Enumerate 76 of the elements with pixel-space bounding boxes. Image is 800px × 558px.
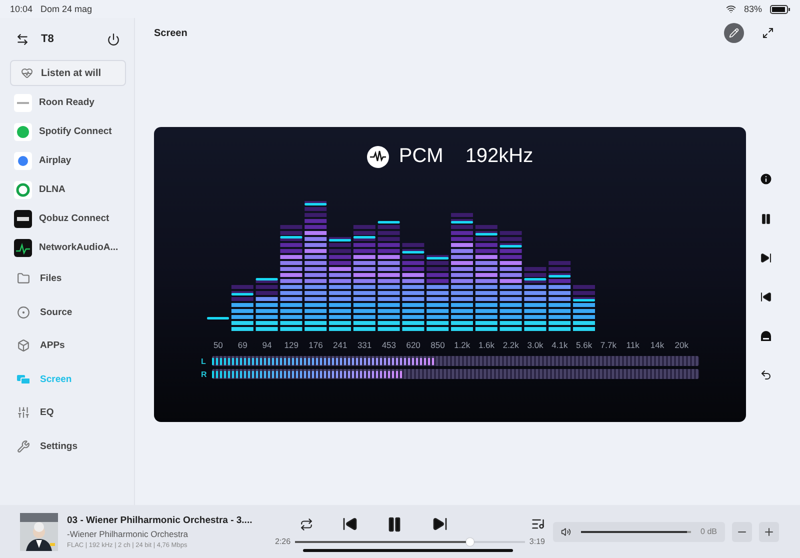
format-label: PCM	[398, 145, 444, 168]
previous-button[interactable]	[342, 516, 358, 532]
frequency-label: 241	[332, 340, 348, 350]
pause-button[interactable]	[386, 516, 403, 532]
fullscreen-button[interactable]	[762, 27, 774, 39]
sample-rate: 192kHz	[465, 145, 534, 168]
next-button[interactable]	[432, 516, 448, 532]
elapsed-time: 2:26	[275, 537, 291, 546]
page-title: Screen	[154, 28, 188, 38]
edit-button[interactable]	[724, 23, 744, 43]
sidebar-item[interactable]: DLNA	[10, 175, 126, 204]
cube-icon	[17, 339, 30, 352]
power-button[interactable]	[107, 32, 120, 46]
frequency-label: 50	[212, 340, 224, 350]
battery-percent: 83%	[744, 4, 762, 14]
frequency-label: 20k	[674, 340, 690, 350]
speaker-icon	[561, 526, 571, 536]
channel-label: R	[201, 370, 207, 378]
volume-reading: 0 dB	[700, 527, 717, 536]
time: 10:04	[10, 4, 33, 14]
frequency-label: 11k	[625, 340, 640, 350]
sliders-icon	[17, 406, 30, 420]
frequency-label: 14k	[649, 340, 666, 350]
back-button[interactable]	[760, 369, 772, 381]
pause-button[interactable]	[760, 213, 772, 225]
channel-label: L	[201, 356, 207, 366]
date: Dom 24 mag	[40, 4, 92, 14]
folder-icon	[17, 272, 30, 286]
next-button[interactable]	[760, 252, 772, 264]
home-button[interactable]	[760, 330, 772, 342]
frequency-label: 129	[283, 340, 300, 350]
frequency-label: 176	[308, 340, 324, 350]
wifi-icon	[726, 4, 736, 14]
screens-icon	[17, 372, 30, 386]
frequency-label: 1.6k	[477, 340, 496, 350]
battery-icon	[770, 4, 790, 14]
volume-up-button[interactable]	[759, 522, 779, 542]
track-title: 03 - Wiener Philharmonic Orchestra - 3....	[67, 514, 252, 526]
sidebar-item[interactable]: Files	[10, 262, 126, 296]
repeat-button[interactable]	[300, 518, 313, 530]
heart-icon	[21, 67, 33, 79]
frequency-label: 2.2k	[502, 340, 520, 350]
total-time: 3:19	[529, 537, 545, 546]
track-artist: -Wiener Philharmonic Orchestra	[67, 528, 188, 538]
queue-button[interactable]	[531, 517, 545, 531]
sidebar-item[interactable]: Source	[10, 296, 126, 329]
plus-icon	[763, 526, 775, 538]
wrench-icon	[17, 440, 30, 453]
frequency-label: 94	[261, 340, 273, 350]
pencil-icon	[729, 28, 739, 38]
sidebar-item[interactable]: Qobuz Connect	[10, 204, 126, 233]
radio-icon	[17, 306, 30, 319]
frequency-label: 4.1k	[550, 340, 569, 350]
frequency-label: 850	[430, 340, 446, 350]
switch-icon[interactable]	[16, 32, 29, 46]
frequency-label: 5.6k	[575, 340, 594, 350]
frequency-label: 453	[380, 340, 398, 350]
sidebar-item[interactable]: NetworkAudioA...	[10, 233, 126, 262]
frequency-label: 1.2k	[453, 340, 472, 350]
sidebar-item[interactable]: Airplay	[10, 146, 126, 175]
frequency-label: 69	[236, 340, 248, 350]
info-button[interactable]	[759, 172, 773, 186]
waveform-icon	[366, 146, 389, 168]
progress-thumb[interactable]	[466, 538, 474, 546]
frequency-label: 620	[405, 340, 422, 350]
frequency-label: 7.7k	[599, 340, 618, 350]
frequency-label: 331	[356, 340, 373, 350]
device-name: T8	[41, 33, 55, 45]
sidebar-item[interactable]: Roon Ready	[10, 88, 126, 117]
previous-button[interactable]	[760, 291, 772, 303]
sidebar-item[interactable]: Spotify Connect	[10, 117, 126, 146]
sidebar-item[interactable]: EQ	[10, 396, 126, 430]
listen-at-will-button[interactable]: Listen at will	[10, 60, 126, 86]
sidebar-item[interactable]: Settings	[10, 430, 126, 463]
frequency-label: 3.0k	[526, 340, 544, 350]
sidebar-item[interactable]: APPs	[10, 329, 126, 362]
